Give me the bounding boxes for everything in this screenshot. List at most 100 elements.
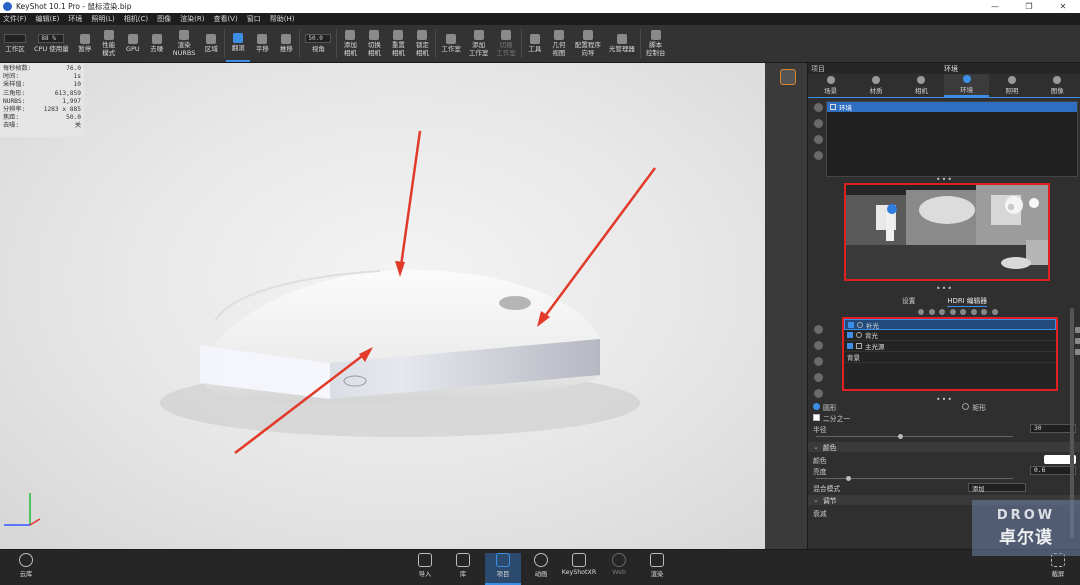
- field-of-view-control[interactable]: 50.0 视角: [301, 25, 335, 62]
- keyshotxr-button[interactable]: KeyShotXR: [561, 553, 597, 576]
- splitter-handle[interactable]: •••: [808, 284, 1080, 293]
- menu-window[interactable]: 窗口: [247, 14, 261, 24]
- tumble-button[interactable]: 翻滚: [226, 25, 251, 62]
- menu-edit[interactable]: 编辑(E): [36, 14, 60, 24]
- minimize-button[interactable]: —: [978, 2, 1012, 11]
- environment-checkbox[interactable]: [830, 104, 836, 110]
- add-environment-icon[interactable]: [813, 103, 823, 112]
- trash-icon[interactable]: [813, 325, 823, 334]
- configurator-wizard-button[interactable]: 配置程序 向导: [571, 25, 605, 62]
- geometry-view-button[interactable]: 几何 视图: [547, 25, 571, 62]
- pin-visible-checkbox[interactable]: [848, 321, 854, 328]
- slider-knob[interactable]: [898, 434, 903, 439]
- tab-camera[interactable]: 相机: [899, 74, 944, 97]
- menu-image[interactable]: 图像: [157, 14, 171, 24]
- move-down-icon[interactable]: [970, 309, 977, 315]
- lock-icon[interactable]: [1075, 338, 1080, 344]
- denoise-button[interactable]: 去噪: [145, 25, 169, 62]
- arrow-up-icon[interactable]: [813, 341, 823, 350]
- lock-icon[interactable]: [1075, 327, 1080, 333]
- tab-material[interactable]: 材质: [853, 74, 898, 97]
- cloud-library-button[interactable]: 云库: [8, 553, 44, 578]
- pause-button[interactable]: 暂停: [73, 25, 97, 62]
- script-console-button[interactable]: 脚本 控制台: [642, 25, 670, 62]
- pin-row-fill-light[interactable]: 补光: [844, 319, 1056, 330]
- pin-row-key-light[interactable]: 主光源: [844, 341, 1056, 352]
- duplicate-environment-icon[interactable]: [813, 119, 823, 128]
- tools-button[interactable]: 工具: [523, 25, 547, 62]
- library-button[interactable]: 库: [445, 553, 481, 578]
- environment-list-item[interactable]: 环境: [827, 102, 1077, 112]
- workspace-button[interactable]: 工作区: [0, 25, 30, 62]
- web-button[interactable]: Web: [601, 553, 637, 576]
- tab-scene[interactable]: 场景: [808, 74, 853, 97]
- light-manager-button[interactable]: 光管理器: [605, 25, 639, 62]
- blend-mode-select[interactable]: 添加: [968, 483, 1026, 493]
- hand-icon[interactable]: [813, 373, 823, 382]
- studio-button[interactable]: 工作室: [437, 25, 465, 62]
- menu-help[interactable]: 帮助(H): [270, 14, 295, 24]
- add-gradient-icon[interactable]: [949, 309, 956, 315]
- menu-lighting[interactable]: 照明(L): [91, 14, 114, 24]
- add-camera-button[interactable]: 添加 相机: [338, 25, 362, 62]
- performance-mode-button[interactable]: 性能 模式: [97, 25, 121, 62]
- screenshot-button[interactable]: 截屏: [1040, 553, 1076, 578]
- camera-lock-icon: [417, 30, 428, 40]
- delete-icon[interactable]: [991, 309, 998, 315]
- shape-circle-radio[interactable]: [813, 403, 820, 410]
- add-image-icon[interactable]: [939, 309, 946, 315]
- add-pin-icon[interactable]: [918, 309, 924, 315]
- switch-studio-button[interactable]: 切换 工作室: [492, 25, 520, 62]
- shape-rect-radio[interactable]: [962, 403, 970, 410]
- hdri-preview[interactable]: [844, 183, 1050, 281]
- render-nurbs-button[interactable]: 渲染 NURBS: [169, 25, 200, 62]
- brightness-slider[interactable]: [816, 476, 1073, 482]
- menu-camera[interactable]: 相机(C): [124, 14, 148, 24]
- fov-field[interactable]: 50.0: [305, 33, 332, 43]
- import-button[interactable]: 导入: [407, 553, 443, 578]
- tab-image[interactable]: 图像: [1035, 74, 1080, 97]
- pin-visible-checkbox[interactable]: [847, 343, 853, 349]
- viewport-settings-button[interactable]: [780, 69, 796, 85]
- switch-camera-button[interactable]: 切换 相机: [362, 25, 386, 62]
- menu-view[interactable]: 查看(V): [213, 14, 237, 24]
- gpu-button[interactable]: GPU: [121, 25, 145, 62]
- pin-row-background[interactable]: 背景: [844, 352, 1056, 363]
- menu-render[interactable]: 渲染(R): [180, 14, 204, 24]
- half-checkbox[interactable]: [813, 414, 820, 421]
- cpu-usage-button[interactable]: 88 % CPU 使用量: [30, 25, 73, 62]
- tab-environment[interactable]: 环境: [943, 74, 990, 97]
- animation-button[interactable]: 动画: [523, 553, 559, 578]
- pin-visible-checkbox[interactable]: [847, 332, 853, 338]
- pin-row-back-light[interactable]: 背光: [844, 330, 1056, 341]
- slider-knob[interactable]: [846, 476, 851, 481]
- region-button[interactable]: 区域: [199, 25, 223, 62]
- color-section-header[interactable]: 颜色: [808, 442, 1080, 452]
- close-button[interactable]: ✕: [1046, 2, 1080, 11]
- lock-camera-button[interactable]: 锁定 相机: [410, 25, 434, 62]
- render-button[interactable]: 渲染: [639, 553, 675, 578]
- arrow-down-icon[interactable]: [813, 357, 823, 366]
- denoise-icon: [151, 33, 162, 44]
- lock-icon[interactable]: [1075, 349, 1080, 355]
- cpu-usage-field[interactable]: 88 %: [38, 33, 65, 43]
- add-studio-button[interactable]: 添加 工作室: [465, 25, 493, 62]
- duplicate-icon[interactable]: [981, 309, 988, 315]
- delete-environment-icon[interactable]: [813, 151, 823, 160]
- maximize-button[interactable]: ❐: [1012, 2, 1046, 11]
- subtab-hdri-editor[interactable]: HDRI 编辑器: [947, 295, 988, 307]
- workspace-select[interactable]: [4, 33, 26, 43]
- tab-lighting[interactable]: 照明: [989, 74, 1034, 97]
- copy-environment-icon[interactable]: [813, 135, 823, 144]
- menu-file[interactable]: 文件(F): [3, 14, 27, 24]
- dolly-button[interactable]: 推移: [274, 25, 298, 62]
- render-viewport[interactable]: [0, 63, 807, 549]
- reset-camera-button[interactable]: 重置 相机: [386, 25, 410, 62]
- move-up-icon[interactable]: [960, 309, 967, 315]
- project-button[interactable]: 项目: [485, 553, 521, 585]
- pan-button[interactable]: 平移: [250, 25, 274, 62]
- radius-slider[interactable]: [816, 434, 1073, 440]
- add-light-icon[interactable]: [928, 309, 935, 315]
- menu-environment[interactable]: 环境: [68, 14, 82, 24]
- subtab-settings[interactable]: 设置: [902, 295, 916, 307]
